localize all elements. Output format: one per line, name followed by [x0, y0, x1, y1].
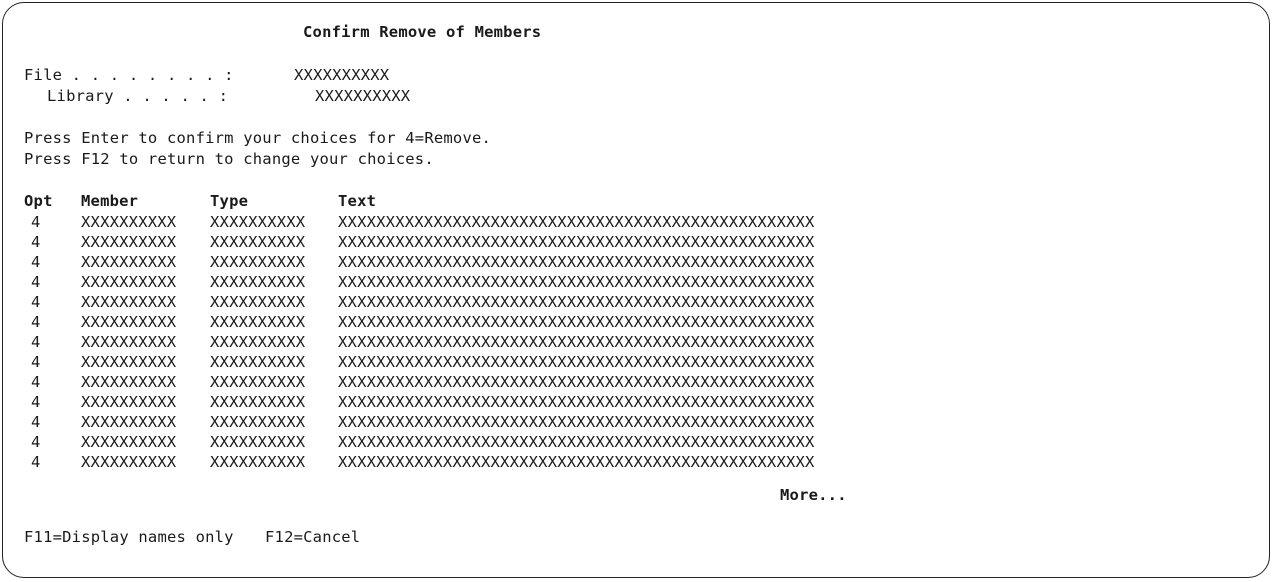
type-cell: XXXXXXXXXX — [210, 373, 306, 391]
member-cell: XXXXXXXXXX — [81, 313, 177, 331]
f12-cancel-key[interactable]: F12=Cancel — [265, 528, 360, 546]
opt-input[interactable]: 4 — [31, 273, 41, 291]
library-label: Library . . . . . : — [47, 87, 229, 105]
type-cell: XXXXXXXXXX — [210, 233, 306, 251]
type-cell: XXXXXXXXXX — [210, 453, 306, 471]
opt-input[interactable]: 4 — [31, 213, 41, 231]
type-cell: XXXXXXXXXX — [210, 333, 306, 351]
opt-input[interactable]: 4 — [31, 293, 41, 311]
file-label: File . . . . . . . . : — [24, 66, 234, 84]
text-cell: XXXXXXXXXXXXXXXXXXXXXXXXXXXXXXXXXXXXXXXX… — [338, 313, 815, 331]
member-cell: XXXXXXXXXX — [81, 253, 177, 271]
member-cell: XXXXXXXXXX — [81, 453, 177, 471]
instruction-line: Press Enter to confirm your choices for … — [24, 129, 492, 147]
member-cell: XXXXXXXXXX — [81, 393, 177, 411]
f11-display-names-key[interactable]: F11=Display names only — [24, 528, 234, 546]
text-cell: XXXXXXXXXXXXXXXXXXXXXXXXXXXXXXXXXXXXXXXX… — [338, 213, 815, 231]
text-cell: XXXXXXXXXXXXXXXXXXXXXXXXXXXXXXXXXXXXXXXX… — [338, 453, 815, 471]
member-cell: XXXXXXXXXX — [81, 293, 177, 311]
opt-input[interactable]: 4 — [31, 453, 41, 471]
member-cell: XXXXXXXXXX — [81, 413, 177, 431]
opt-input[interactable]: 4 — [31, 253, 41, 271]
text-cell: XXXXXXXXXXXXXXXXXXXXXXXXXXXXXXXXXXXXXXXX… — [338, 333, 815, 351]
type-cell: XXXXXXXXXX — [210, 313, 306, 331]
text-cell: XXXXXXXXXXXXXXXXXXXXXXXXXXXXXXXXXXXXXXXX… — [338, 433, 815, 451]
screen-title: Confirm Remove of Members — [303, 23, 542, 41]
opt-input[interactable]: 4 — [31, 313, 41, 331]
opt-input[interactable]: 4 — [31, 433, 41, 451]
text-cell: XXXXXXXXXXXXXXXXXXXXXXXXXXXXXXXXXXXXXXXX… — [338, 373, 815, 391]
member-cell: XXXXXXXXXX — [81, 213, 177, 231]
type-cell: XXXXXXXXXX — [210, 353, 306, 371]
member-cell: XXXXXXXXXX — [81, 353, 177, 371]
opt-input[interactable]: 4 — [31, 333, 41, 351]
type-cell: XXXXXXXXXX — [210, 393, 306, 411]
text-cell: XXXXXXXXXXXXXXXXXXXXXXXXXXXXXXXXXXXXXXXX… — [338, 293, 815, 311]
instruction-line: Press F12 to return to change your choic… — [24, 150, 434, 168]
member-cell: XXXXXXXXXX — [81, 433, 177, 451]
text-cell: XXXXXXXXXXXXXXXXXXXXXXXXXXXXXXXXXXXXXXXX… — [338, 353, 815, 371]
type-cell: XXXXXXXXXX — [210, 253, 306, 271]
member-cell: XXXXXXXXXX — [81, 273, 177, 291]
member-cell: XXXXXXXXXX — [81, 373, 177, 391]
text-cell: XXXXXXXXXXXXXXXXXXXXXXXXXXXXXXXXXXXXXXXX… — [338, 273, 815, 291]
column-header-type: Type — [210, 192, 249, 210]
type-cell: XXXXXXXXXX — [210, 273, 306, 291]
library-value: XXXXXXXXXX — [315, 87, 411, 105]
text-cell: XXXXXXXXXXXXXXXXXXXXXXXXXXXXXXXXXXXXXXXX… — [338, 233, 815, 251]
member-cell: XXXXXXXXXX — [81, 333, 177, 351]
text-cell: XXXXXXXXXXXXXXXXXXXXXXXXXXXXXXXXXXXXXXXX… — [338, 253, 815, 271]
more-indicator: More... — [780, 486, 847, 504]
column-header-opt: Opt — [24, 192, 53, 210]
file-value: XXXXXXXXXX — [294, 66, 390, 84]
text-cell: XXXXXXXXXXXXXXXXXXXXXXXXXXXXXXXXXXXXXXXX… — [338, 413, 815, 431]
type-cell: XXXXXXXXXX — [210, 433, 306, 451]
type-cell: XXXXXXXXXX — [210, 413, 306, 431]
column-header-text: Text — [338, 192, 377, 210]
column-header-member: Member — [81, 192, 139, 210]
opt-input[interactable]: 4 — [31, 393, 41, 411]
text-cell: XXXXXXXXXXXXXXXXXXXXXXXXXXXXXXXXXXXXXXXX… — [338, 393, 815, 411]
opt-input[interactable]: 4 — [31, 353, 41, 371]
opt-input[interactable]: 4 — [31, 233, 41, 251]
member-cell: XXXXXXXXXX — [81, 233, 177, 251]
type-cell: XXXXXXXXXX — [210, 213, 306, 231]
opt-input[interactable]: 4 — [31, 413, 41, 431]
opt-input[interactable]: 4 — [31, 373, 41, 391]
type-cell: XXXXXXXXXX — [210, 293, 306, 311]
